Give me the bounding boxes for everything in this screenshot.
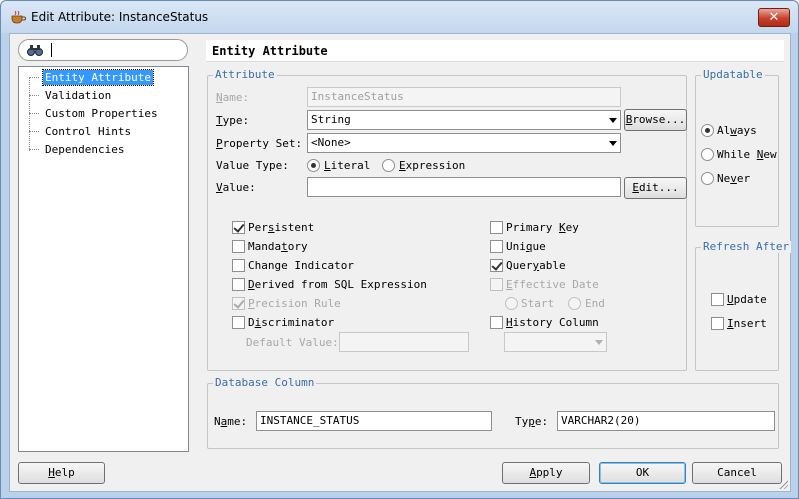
navigation-tree: Entity Attribute Validation Custom Prope… bbox=[18, 66, 189, 452]
search-input[interactable] bbox=[18, 39, 188, 61]
literal-label: Literal bbox=[324, 159, 371, 172]
window-title: Edit Attribute: InstanceStatus bbox=[31, 10, 209, 24]
tree-item-control-hints[interactable]: Control Hints bbox=[29, 124, 131, 139]
primary-key-label: Primary Key bbox=[506, 221, 579, 234]
never-label: Never bbox=[717, 172, 751, 185]
discriminator-label: Discriminator bbox=[248, 316, 335, 329]
derived-sql-checkbox[interactable] bbox=[232, 278, 245, 291]
tree-item-label: Validation bbox=[45, 89, 112, 102]
panel-header: Entity Attribute bbox=[206, 40, 784, 62]
unique-checkbox[interactable] bbox=[490, 240, 503, 253]
browse-button[interactable]: Browse... bbox=[624, 109, 687, 131]
type-select-value: String bbox=[311, 113, 351, 126]
always-label: Always bbox=[717, 124, 757, 137]
close-icon: ✕ bbox=[768, 10, 780, 25]
group-title: Database Column bbox=[213, 376, 317, 389]
insert-label: Insert bbox=[727, 317, 767, 330]
ok-button[interactable]: OK bbox=[599, 462, 686, 484]
column-name-label: Name: bbox=[214, 415, 248, 428]
end-radio[interactable] bbox=[568, 297, 581, 310]
text-caret bbox=[51, 43, 52, 57]
page-title: Entity Attribute bbox=[212, 44, 328, 58]
chevron-down-icon bbox=[595, 340, 603, 345]
expression-radio[interactable] bbox=[382, 159, 395, 172]
type-select[interactable]: String bbox=[307, 110, 621, 130]
tree-item-custom-properties[interactable]: Custom Properties bbox=[29, 106, 158, 121]
always-radio[interactable] bbox=[701, 124, 714, 137]
help-button[interactable]: Help bbox=[18, 462, 105, 484]
queryable-label: Queryable bbox=[506, 259, 566, 272]
primary-key-checkbox[interactable] bbox=[490, 221, 503, 234]
title-bar[interactable]: Edit Attribute: InstanceStatus ✕ bbox=[1, 1, 798, 33]
expression-label: Expression bbox=[399, 159, 466, 172]
tree-item-dependencies[interactable]: Dependencies bbox=[29, 142, 124, 157]
update-label: Update bbox=[727, 293, 767, 306]
group-title: Updatable bbox=[701, 68, 765, 81]
coffee-cup-icon bbox=[11, 10, 26, 24]
persistent-checkbox[interactable] bbox=[232, 221, 245, 234]
attribute-group: Attribute Name: InstanceStatus Type: Str… bbox=[207, 69, 687, 371]
tree-item-entity-attribute[interactable]: Entity Attribute bbox=[29, 69, 154, 86]
queryable-checkbox[interactable] bbox=[490, 259, 503, 272]
column-name-field[interactable]: INSTANCE_STATUS bbox=[256, 411, 492, 431]
change-indicator-checkbox[interactable] bbox=[232, 259, 245, 272]
precision-rule-checkbox[interactable] bbox=[232, 297, 245, 310]
effective-date-label: Effective Date bbox=[506, 278, 599, 291]
start-label: Start bbox=[521, 297, 555, 310]
while-new-radio[interactable] bbox=[701, 148, 714, 161]
tree-item-label: Control Hints bbox=[45, 125, 132, 138]
default-value-field[interactable] bbox=[339, 332, 469, 352]
group-title: Attribute bbox=[213, 68, 277, 81]
database-column-group: Database Column Name: INSTANCE_STATUS Ty… bbox=[207, 377, 779, 449]
name-field[interactable]: InstanceStatus bbox=[307, 87, 621, 107]
history-column-label: History Column bbox=[506, 316, 599, 329]
mandatory-label: Mandatory bbox=[248, 240, 308, 253]
property-set-value: <None> bbox=[311, 136, 351, 149]
default-value-label: Default Value: bbox=[246, 336, 339, 349]
refresh-after-group: Refresh After Update Insert bbox=[695, 241, 792, 371]
chevron-down-icon bbox=[609, 118, 617, 123]
start-radio[interactable] bbox=[505, 297, 518, 310]
tree-item-label: Dependencies bbox=[45, 143, 125, 156]
literal-radio[interactable] bbox=[307, 159, 320, 172]
value-type-label: Value Type: bbox=[216, 159, 289, 172]
binoculars-icon bbox=[27, 45, 43, 56]
apply-button[interactable]: Apply bbox=[502, 462, 590, 484]
change-indicator-label: Change Indicator bbox=[248, 259, 354, 272]
property-set-label: Property Set: bbox=[216, 137, 303, 150]
end-label: End bbox=[585, 297, 605, 310]
mandatory-checkbox[interactable] bbox=[232, 240, 245, 253]
unique-label: Unique bbox=[506, 240, 546, 253]
while-new-label: While New bbox=[717, 148, 777, 161]
value-label: Value: bbox=[216, 181, 256, 194]
chevron-down-icon bbox=[609, 141, 617, 146]
persistent-label: Persistent bbox=[248, 221, 315, 234]
history-column-checkbox[interactable] bbox=[490, 316, 503, 329]
tree-item-validation[interactable]: Validation bbox=[29, 88, 111, 103]
derived-sql-label: Derived from SQL Expression bbox=[248, 278, 427, 291]
cancel-button[interactable]: Cancel bbox=[692, 462, 782, 484]
type-label: Type: bbox=[216, 114, 250, 127]
tree-item-label: Custom Properties bbox=[45, 107, 158, 120]
column-type-label: Type: bbox=[515, 415, 549, 428]
never-radio[interactable] bbox=[701, 172, 714, 185]
update-checkbox[interactable] bbox=[711, 293, 724, 306]
value-field[interactable] bbox=[307, 177, 621, 197]
precision-rule-label: Precision Rule bbox=[248, 297, 341, 310]
discriminator-checkbox[interactable] bbox=[232, 316, 245, 329]
insert-checkbox[interactable] bbox=[711, 317, 724, 330]
tree-item-label: Entity Attribute bbox=[42, 69, 154, 86]
property-set-select[interactable]: <None> bbox=[307, 133, 621, 153]
effective-date-checkbox[interactable] bbox=[490, 278, 503, 291]
history-column-select[interactable] bbox=[504, 332, 607, 352]
dialog-client: Entity Attribute Validation Custom Prope… bbox=[9, 33, 792, 492]
dialog-window: Edit Attribute: InstanceStatus ✕ Entity … bbox=[0, 0, 799, 499]
column-type-field[interactable]: VARCHAR2(20) bbox=[557, 411, 775, 431]
group-title: Refresh After bbox=[701, 240, 792, 253]
updatable-group: Updatable Always While New Never bbox=[695, 69, 779, 227]
name-label: Name: bbox=[216, 91, 250, 104]
close-button[interactable]: ✕ bbox=[758, 8, 790, 27]
edit-button[interactable]: Edit... bbox=[624, 177, 687, 199]
